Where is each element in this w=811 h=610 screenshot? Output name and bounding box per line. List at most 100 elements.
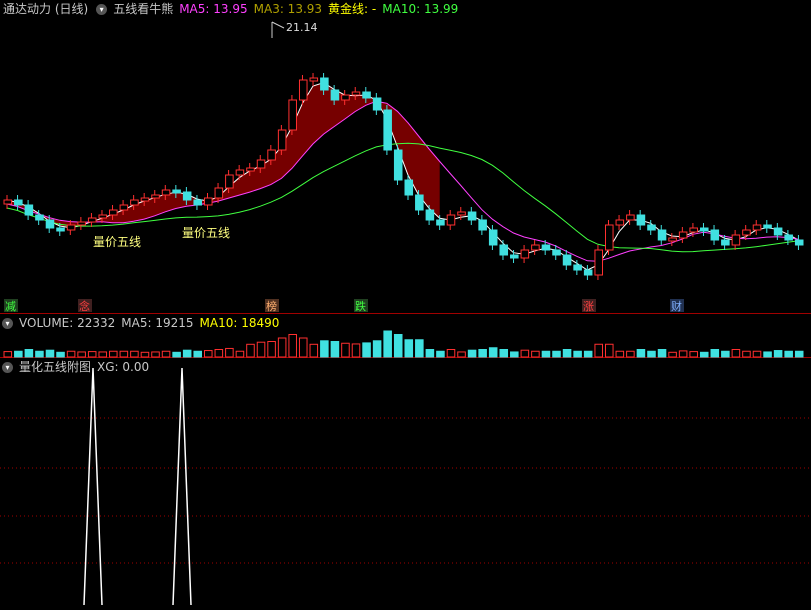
candle [668,237,677,242]
event-markers[interactable]: 减 念 榜 跌 涨 财 [4,299,684,313]
volume-bar [615,350,625,358]
volume-bar [531,350,540,358]
volume-bar [98,351,108,358]
volume-bar [678,350,688,358]
candle [130,199,139,206]
volume-bar [246,343,255,358]
candle [14,199,23,206]
volume-bar [446,349,456,358]
event-marker: 财 [671,299,682,313]
volume-bar [204,350,213,358]
candle [77,221,86,226]
candle [372,97,382,111]
candle [267,149,276,161]
candle [615,219,625,226]
volume-bar [510,351,519,358]
candle [330,89,340,101]
volume-bar [151,351,160,358]
volume-bar [710,349,720,358]
candle [488,229,498,246]
volume-bar [87,351,97,358]
volume-bar [436,350,445,358]
volume-bar [14,350,23,358]
candle [636,214,646,226]
candle [784,234,793,241]
candle [98,214,108,219]
volume-bar [605,343,614,358]
volume-bar [457,351,466,358]
volume-bar [383,330,392,358]
volume-bar [225,347,234,358]
candle [552,249,561,256]
candle [277,129,287,151]
high-price-label: 21.14 [286,21,318,34]
volume-bar [109,350,118,358]
candle [246,167,255,172]
candle [436,219,445,226]
volume-bar [488,347,498,358]
volume-bar [573,350,582,358]
candle [647,224,656,231]
event-marker: 涨 [583,300,594,313]
volume-bar [24,349,34,358]
event-marker: 念 [79,299,90,313]
candle [362,91,371,99]
volume-bar [193,350,203,358]
volume-bar [309,343,319,358]
volume-bar [415,339,424,358]
candle [225,174,234,189]
candle [773,227,783,236]
volume-bar [731,349,741,358]
candle [256,159,266,169]
volume-bar [636,349,646,358]
volume-bar [267,341,276,358]
volume-bar [140,351,150,358]
candle [594,249,604,276]
candle [457,211,466,216]
event-marker: 跌 [355,299,366,313]
candle [161,189,171,196]
volume-bar [182,349,192,358]
candle [3,199,13,205]
candle [794,239,804,246]
volume-bar [541,350,551,358]
candle [752,224,762,231]
candle [214,187,224,199]
volume-bar [235,350,245,358]
event-marker: 榜 [266,299,277,313]
volume-bar [288,334,297,358]
volume-bar [520,349,530,358]
candle [140,197,150,202]
candle [151,194,160,199]
volume-bar [256,341,266,358]
candle [404,179,414,196]
candle [478,219,487,231]
volume-bar [172,351,181,358]
volume-bar [657,349,667,358]
candle [45,219,55,229]
volume-bar [393,334,403,358]
volume-bar [742,350,751,358]
volume-bar [763,351,772,358]
volume-bar [77,351,86,358]
volume-bar [277,337,287,358]
candle [541,244,551,251]
volume-bar [372,340,382,358]
candle [119,204,129,211]
volume-bar [784,350,793,358]
candle [383,109,392,151]
volume-bar [478,349,487,358]
candle [182,191,192,201]
candle [109,209,118,216]
candle [657,229,667,241]
volume-bar [330,341,340,358]
volume-bar [56,351,65,358]
volume-bar [467,349,477,358]
volume-bar [626,350,635,358]
candle [35,214,44,221]
xg-signal-spikes [83,367,192,606]
kline-chart[interactable]: 21.14 量价五线 量价五线 减 念 榜 跌 涨 财 [0,0,811,610]
sub-grid [0,417,811,564]
candle [742,229,751,236]
candle [24,204,34,216]
